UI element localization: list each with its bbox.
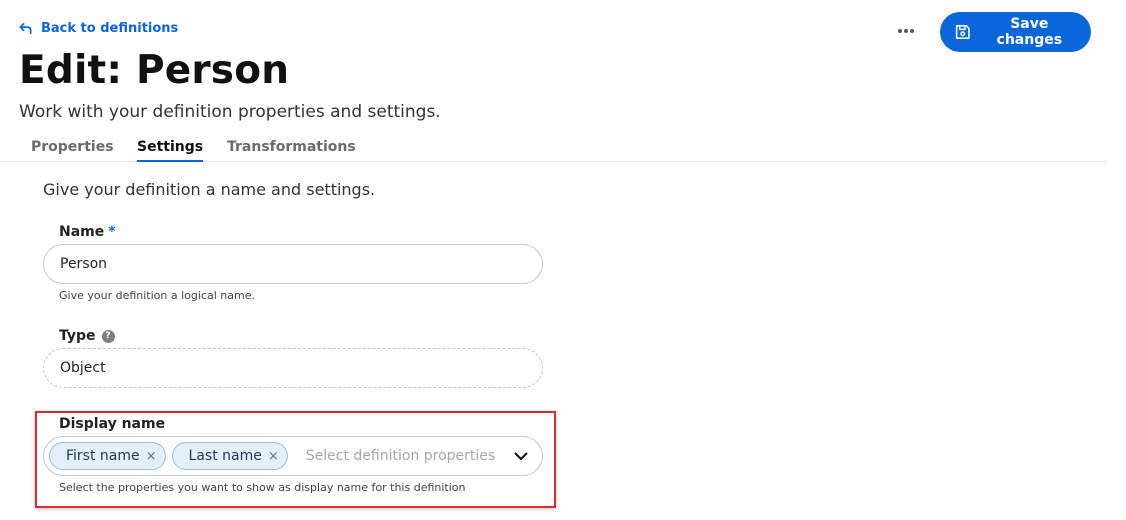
save-button-label: Save changes <box>996 16 1063 48</box>
selected-chip-first-name[interactable]: First name × <box>49 442 166 470</box>
type-field-label: Type ? <box>59 327 115 345</box>
name-field-label: Name * <box>59 223 116 241</box>
chevron-down-icon[interactable] <box>508 443 534 469</box>
name-input[interactable] <box>43 244 543 284</box>
page: Back to definitions Edit: Person Work wi… <box>0 0 1126 520</box>
page-title: Edit: Person <box>19 48 290 93</box>
display-name-field-label: Display name <box>59 415 165 433</box>
back-link-label: Back to definitions <box>41 20 179 36</box>
select-placeholder[interactable]: Select definition properties <box>306 448 502 464</box>
display-name-hint: Select the properties you want to show a… <box>59 481 466 494</box>
type-value: Object <box>60 360 106 376</box>
page-subtitle: Work with your definition properties and… <box>19 102 441 122</box>
type-field: Object <box>43 348 543 388</box>
display-name-label-text: Display name <box>59 416 166 432</box>
arrow-back-icon <box>19 22 32 34</box>
close-icon[interactable]: × <box>146 450 157 463</box>
selected-chip-last-name[interactable]: Last name × <box>171 442 288 470</box>
floppy-disk-icon <box>955 25 970 39</box>
settings-intro: Give your definition a name and settings… <box>43 180 376 199</box>
tab-properties[interactable]: Properties <box>31 136 114 162</box>
name-hint: Give your definition a logical name. <box>59 289 255 302</box>
tab-bar: Properties Settings Transformations <box>0 136 1107 162</box>
tab-settings[interactable]: Settings <box>137 136 204 162</box>
save-changes-button[interactable]: Save changes <box>940 12 1091 52</box>
display-name-select[interactable]: First name × Last name × Select definiti… <box>43 436 543 476</box>
chip-label: Last name <box>188 448 262 464</box>
help-circle-icon[interactable]: ? <box>101 329 115 343</box>
chip-label: First name <box>66 448 140 464</box>
required-marker: * <box>108 224 116 240</box>
name-label-text: Name <box>59 224 105 240</box>
close-icon[interactable]: × <box>268 450 279 463</box>
tab-transformations[interactable]: Transformations <box>227 136 356 162</box>
type-label-text: Type <box>59 328 96 344</box>
more-horizontal-icon <box>898 29 914 33</box>
more-actions-button[interactable] <box>890 20 922 42</box>
back-to-definitions-link[interactable]: Back to definitions <box>18 18 178 38</box>
